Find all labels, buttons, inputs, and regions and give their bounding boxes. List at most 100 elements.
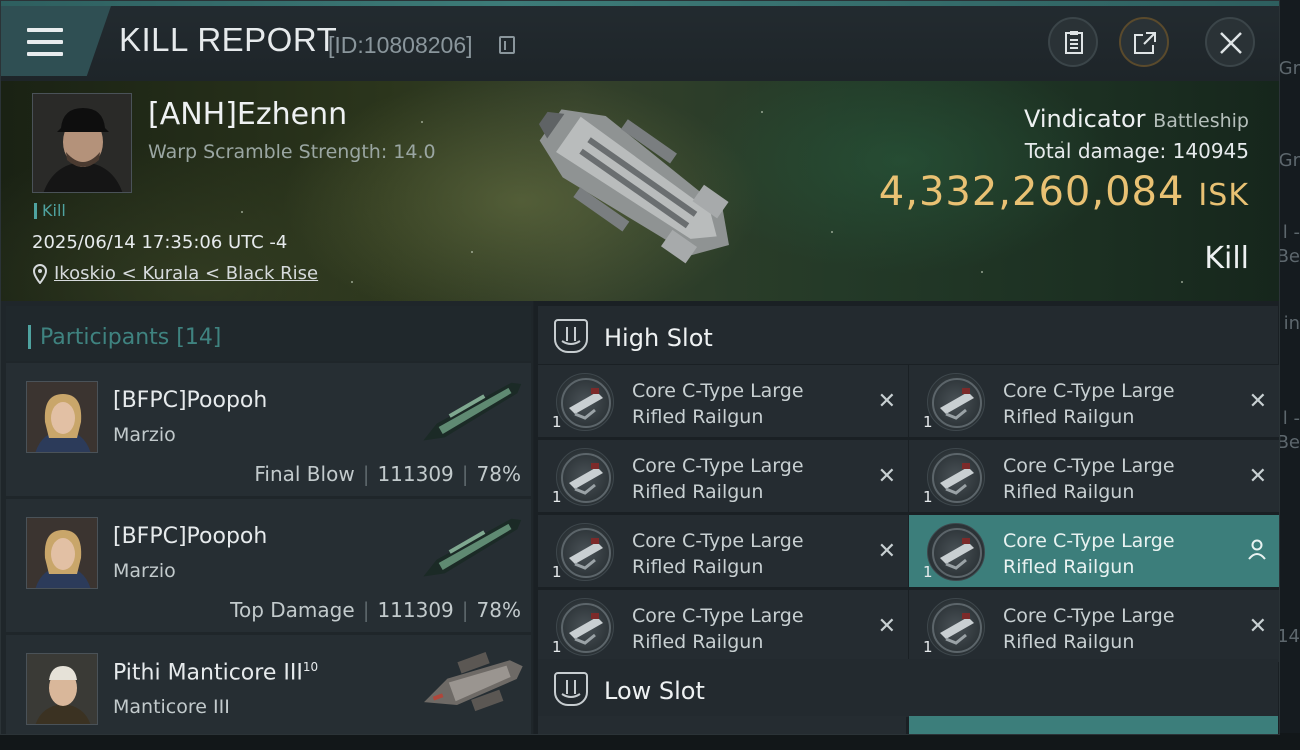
participant-name: [BFPC]Poopoh: [113, 388, 268, 413]
hamburger-icon: [27, 28, 63, 64]
participants-count: [14]: [176, 325, 222, 350]
participant-avatar: [26, 653, 98, 725]
destroyed-icon: ✕: [1248, 389, 1267, 414]
high-slot-header[interactable]: High Slot: [538, 306, 1278, 364]
low-slot-module-partial[interactable]: [538, 716, 906, 734]
participant-card[interactable]: [BFPC]Poopoh Marzio Top Damage | 111309 | 78…: [6, 499, 531, 632]
module-quantity: 1: [923, 488, 933, 506]
destroyed-icon: ✕: [877, 389, 896, 414]
participant-ship-image: [423, 518, 522, 577]
clipboard-icon: [1065, 31, 1083, 54]
high-slot-module[interactable]: 1 Core C-Type Large Rifled Railgun ✕: [538, 440, 908, 512]
participants-panel: Participants [14] [BFPC]Poopoh Marzio Fi…: [1, 301, 533, 734]
railgun-icon: [927, 523, 985, 581]
total-damage-value: 140945: [1172, 139, 1249, 163]
module-name: Core C-Type Large Rifled Railgun: [1003, 605, 1175, 653]
warp-scramble-strength: Warp Scramble Strength: 14.0: [148, 141, 436, 163]
victim-ship[interactable]: Vindicator Battleship: [1024, 105, 1249, 133]
participant-role: Final Blow: [254, 462, 355, 486]
low-slot-icon: [554, 672, 588, 706]
total-damage: Total damage: 140945: [1025, 139, 1249, 163]
pilot-icon[interactable]: [1247, 539, 1267, 561]
module-name: Core C-Type Large Rifled Railgun: [632, 530, 804, 578]
high-slot-module[interactable]: 1 Core C-Type Large Rifled Railgun ✕: [538, 590, 908, 662]
isk-amount: 4,332,260,084: [878, 169, 1185, 215]
module-quantity: 1: [923, 413, 933, 431]
railgun-icon: [556, 523, 614, 581]
kill-datetime: 2025/06/14 17:35:06 UTC -4: [32, 232, 288, 253]
participant-avatar: [26, 517, 98, 589]
clipboard-button[interactable]: [1048, 17, 1098, 67]
kill-result: Kill: [1204, 241, 1249, 276]
participant-card[interactable]: Pithi Manticore III10 Manticore III: [6, 635, 531, 734]
participants-header[interactable]: Participants [14]: [6, 306, 531, 361]
railgun-icon: [556, 373, 614, 431]
high-slot-module[interactable]: 1 Core C-Type Large Rifled Railgun ✕: [538, 515, 908, 587]
module-quantity: 1: [552, 563, 562, 581]
railgun-icon: [556, 448, 614, 506]
destroyed-icon: ✕: [877, 539, 896, 564]
participant-ship: Marzio: [113, 424, 176, 446]
participants-label: Participants [14]: [40, 325, 222, 350]
participant-percent: 78%: [476, 462, 521, 486]
copy-icon[interactable]: [499, 36, 515, 54]
high-slot-module[interactable]: 1 Core C-Type Large Rifled Railgun ✕: [538, 365, 908, 437]
victim-avatar[interactable]: [32, 93, 132, 193]
total-damage-label: Total damage:: [1024, 139, 1167, 163]
participant-ship-image: [423, 382, 522, 441]
destroyed-icon: ✕: [877, 614, 896, 639]
participant-damage: 111309: [377, 598, 454, 622]
share-button[interactable]: [1119, 17, 1169, 67]
ship-name: Vindicator: [1023, 105, 1146, 133]
participant-card[interactable]: [BFPC]Poopoh Marzio Final Blow | 111309 | 78…: [6, 363, 531, 496]
module-name: Core C-Type Large Rifled Railgun: [1003, 455, 1175, 503]
participant-avatar: [26, 381, 98, 453]
high-slot-module[interactable]: 1 Core C-Type Large Rifled Railgun ✕: [909, 440, 1279, 512]
isk-value: 4,332,260,084 ISK: [879, 169, 1249, 215]
participant-ship-image: [424, 652, 523, 712]
module-quantity: 1: [552, 413, 562, 431]
module-name: Core C-Type Large Rifled Railgun: [1003, 530, 1175, 578]
location-link[interactable]: Ikoskio < Kurala < Black Rise: [54, 263, 318, 284]
menu-button[interactable]: [1, 6, 111, 76]
module-name: Core C-Type Large Rifled Railgun: [632, 380, 804, 428]
close-button[interactable]: [1205, 17, 1255, 67]
ship-class: Battleship: [1153, 110, 1249, 132]
participant-role: Top Damage: [230, 598, 355, 622]
location-pin-icon: [32, 264, 48, 284]
module-quantity: 1: [552, 638, 562, 656]
railgun-icon: [927, 448, 985, 506]
module-quantity: 1: [923, 638, 933, 656]
background-strip: Gr Gr l - Be in l - Be 14: [1277, 0, 1300, 750]
destroyed-icon: ✕: [877, 464, 896, 489]
kill-tag: Kill: [34, 203, 66, 219]
header-bar: KILL REPORT [ID:10808206]: [1, 1, 1279, 81]
background-bottom: [0, 733, 1300, 750]
high-slot-module[interactable]: 1 Core C-Type Large Rifled Railgun ✕: [909, 365, 1279, 437]
kill-report-window: KILL REPORT [ID:10808206] [ANH]Ezhenn Wa…: [0, 0, 1280, 735]
isk-unit: ISK: [1198, 178, 1249, 213]
high-slot-icon: [554, 319, 588, 353]
destroyed-icon: ✕: [1248, 614, 1267, 639]
participant-damage: 111309: [377, 462, 454, 486]
high-slot-module[interactable]: 1 Core C-Type Large Rifled Railgun ✕: [909, 590, 1279, 662]
close-icon: [1220, 32, 1242, 54]
railgun-icon: [556, 598, 614, 656]
module-name: Core C-Type Large Rifled Railgun: [1003, 380, 1175, 428]
railgun-icon: [927, 373, 985, 431]
module-name: Core C-Type Large Rifled Railgun: [632, 455, 804, 503]
low-slot-label: Low Slot: [604, 677, 705, 705]
page-title: KILL REPORT: [119, 21, 338, 58]
module-quantity: 1: [923, 563, 933, 581]
fitting-panel: High Slot 1 Core C-Type Large Rifled Railg…: [534, 301, 1279, 734]
participant-ship: Marzio: [113, 560, 176, 582]
high-slot-module[interactable]: 1 Core C-Type Large Rifled Railgun: [909, 515, 1279, 587]
victim-ship-image[interactable]: [511, 86, 761, 291]
victim-pilot-name[interactable]: [ANH]Ezhenn: [148, 97, 347, 132]
low-slot-header[interactable]: Low Slot: [538, 659, 1278, 717]
report-id: [ID:10808206]: [328, 32, 473, 58]
railgun-icon: [927, 598, 985, 656]
module-quantity: 1: [552, 488, 562, 506]
header-accent-bar: [1, 1, 1279, 6]
low-slot-module-partial[interactable]: [909, 716, 1278, 734]
